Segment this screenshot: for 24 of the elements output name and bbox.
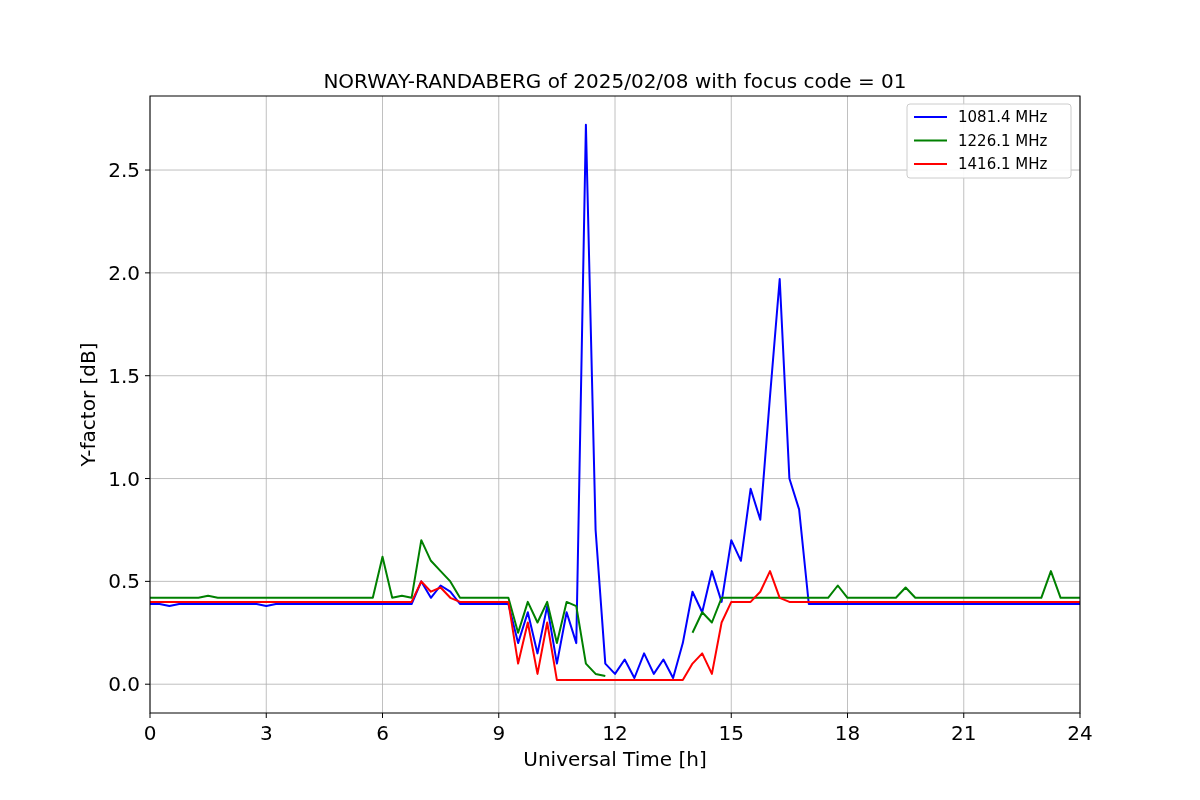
legend-line xyxy=(913,163,948,165)
x-tick-label: 18 xyxy=(834,721,861,745)
y-tick-label: 0.0 xyxy=(108,672,140,697)
x-axis-label: Universal Time [h] xyxy=(523,747,707,771)
y-tick-label: 1.5 xyxy=(108,363,140,388)
x-tick-label: 6 xyxy=(376,721,389,745)
y-tick-label: 2.5 xyxy=(108,158,140,183)
y-axis-label: Y-factor [dB] xyxy=(76,342,100,467)
legend-label: 1226.1 MHz xyxy=(958,131,1048,150)
legend-label: 1081.4 MHz xyxy=(958,108,1048,126)
y-tick-label: 2.0 xyxy=(108,260,140,285)
chart-title: NORWAY-RANDABERG of 2025/02/08 with focus code = 01 xyxy=(323,69,907,93)
legend-line xyxy=(913,116,948,118)
x-tick-label: 12 xyxy=(602,721,628,745)
x-tick-label: 15 xyxy=(718,721,744,745)
x-tick-label: 0 xyxy=(143,721,157,745)
legend-label: 1416.1 MHz xyxy=(958,155,1048,173)
x-tick-label: 3 xyxy=(259,721,273,745)
y-tick-label: 0.5 xyxy=(108,569,140,594)
legend-line xyxy=(913,139,948,142)
x-tick-label: 21 xyxy=(951,721,977,745)
y-tick-label: 1.0 xyxy=(108,466,140,491)
x-tick-label: 9 xyxy=(492,721,506,745)
x-tick-label: 24 xyxy=(1067,721,1093,745)
